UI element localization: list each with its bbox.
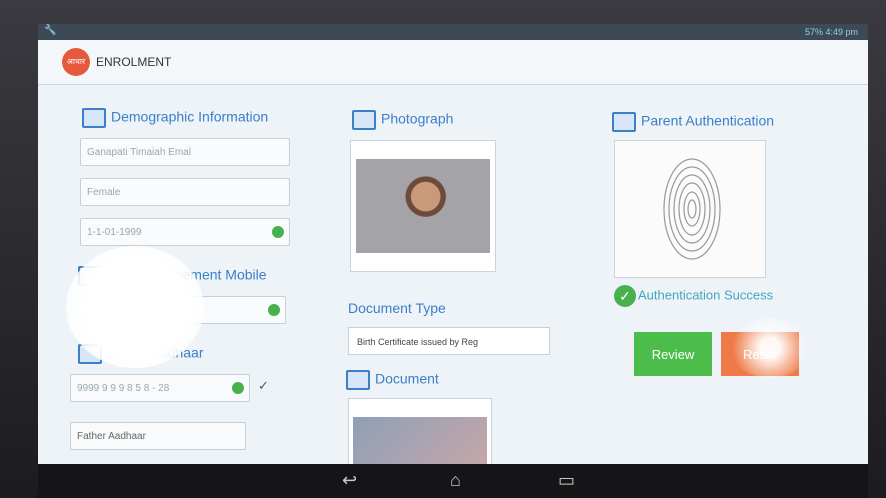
- demographic-heading: Demographic Information: [82, 108, 268, 128]
- name-field[interactable]: Ganapati Timaiah Emal: [80, 138, 290, 166]
- success-check-icon: ✓: [614, 285, 636, 307]
- aadhaar-number-field[interactable]: 9999 9 9 9 8 5 8 - 28: [70, 374, 250, 402]
- wrench-icon: 🔧: [44, 25, 57, 36]
- photograph-heading: Photograph: [352, 110, 453, 130]
- aadhaar-valid-check-icon: [232, 382, 244, 394]
- parent-auth-heading: Parent Authentication: [612, 112, 774, 132]
- camera-glare: [66, 246, 204, 368]
- aadhaar-logo: आधार: [62, 48, 90, 76]
- document-type-label: Document Type: [348, 300, 446, 316]
- fingerprint-icon: [612, 112, 636, 132]
- dob-valid-check-icon: [272, 226, 284, 238]
- checkmark-icon: ✓: [258, 378, 269, 393]
- document-heading: Document: [346, 370, 439, 390]
- id-card-icon: [82, 108, 106, 128]
- home-icon[interactable]: ⌂: [450, 470, 461, 491]
- app-header: आधार ENROLMENT: [38, 40, 868, 85]
- image-icon: [352, 110, 376, 130]
- child-photo: [356, 159, 490, 253]
- app-title: ENROLMENT: [96, 55, 172, 69]
- document-icon: [346, 370, 370, 390]
- back-icon[interactable]: ↩: [342, 470, 357, 491]
- fingerprint-scan[interactable]: [614, 140, 766, 278]
- document-type-select[interactable]: Birth Certificate issued by Reg: [348, 327, 550, 355]
- recents-icon[interactable]: ▭: [558, 470, 575, 491]
- father-aadhaar-field[interactable]: Father Aadhaar: [70, 422, 246, 450]
- mobile-valid-check-icon: [268, 304, 280, 316]
- status-right: 57% 4:49 pm: [804, 27, 858, 37]
- status-bar: 🔧 57% 4:49 pm: [38, 24, 868, 40]
- fingerprint-image: [663, 158, 721, 260]
- review-button[interactable]: Review: [634, 332, 712, 376]
- auth-status: ✓ Authentication Success: [614, 285, 773, 307]
- camera-glare-small: [730, 318, 810, 378]
- screen: 🔧 57% 4:49 pm आधार ENROLMENT Demographic…: [38, 24, 868, 464]
- document-preview: [353, 417, 487, 464]
- android-nav-bar: ↩ ⌂ ▭: [38, 464, 868, 498]
- gender-field[interactable]: Female: [80, 178, 290, 206]
- dob-field[interactable]: 1-1-01-1999: [80, 218, 290, 246]
- document-capture[interactable]: [348, 398, 492, 464]
- photograph-capture[interactable]: [350, 140, 496, 272]
